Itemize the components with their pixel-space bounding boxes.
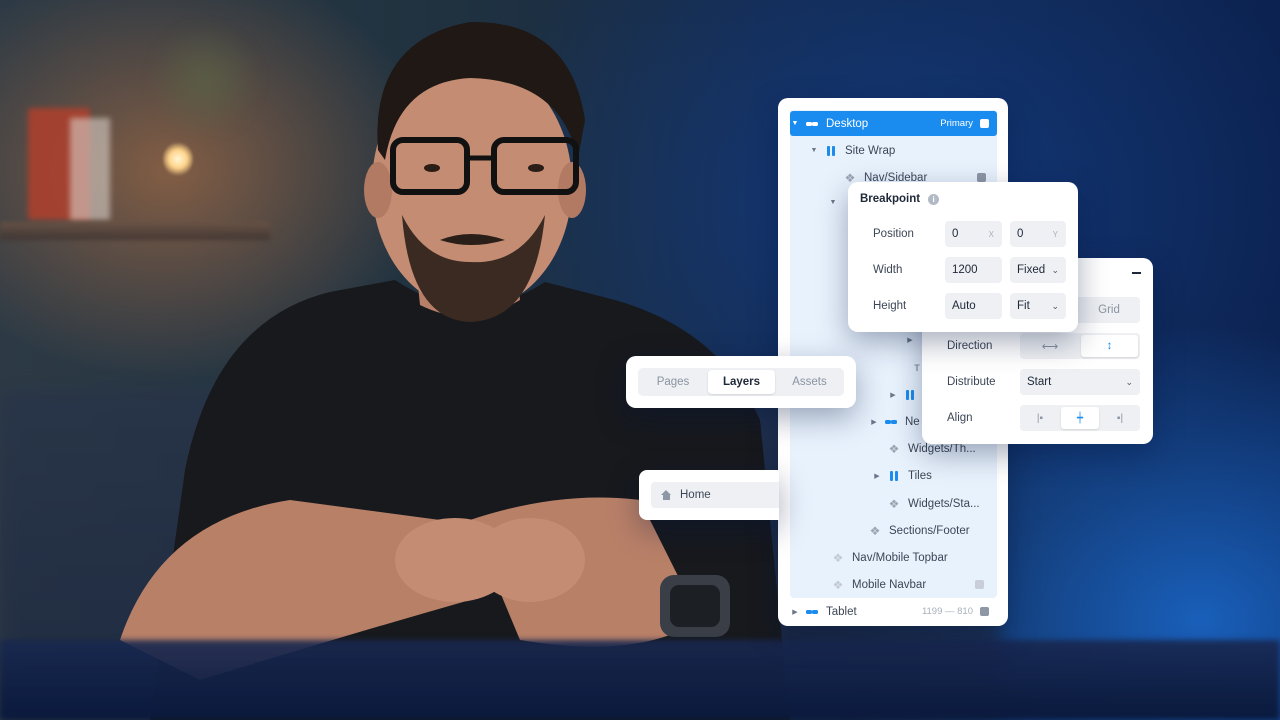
info-icon[interactable]: i [928, 193, 940, 205]
component-icon: ❖ [888, 441, 900, 456]
layer-menu-icon[interactable] [980, 607, 989, 616]
layer-menu-icon[interactable] [980, 119, 989, 128]
tab-assets[interactable]: Assets [777, 370, 842, 394]
direction-toggle: ⟷ ↕ [1020, 333, 1140, 359]
layer-tiles[interactable]: ▶ Tiles [872, 463, 932, 488]
tab-pages[interactable]: Pages [640, 370, 706, 394]
stack-icon [806, 118, 818, 130]
home-page-item[interactable]: Home [651, 482, 779, 508]
chevron-down-icon: ⌄ [1051, 300, 1059, 311]
width-value: 1200 [952, 264, 978, 276]
layer-tag: Primary [940, 118, 973, 129]
layer-label: Ne [905, 415, 920, 428]
height-mode-select[interactable]: Fit ⌄ [1010, 293, 1066, 319]
height-input[interactable]: Auto [945, 293, 1002, 319]
vertical-arrow-icon[interactable]: ↕ [1081, 335, 1138, 357]
distribute-select[interactable]: Start ⌄ [1020, 369, 1140, 395]
home-label: Home [680, 489, 711, 501]
tabs-track: Pages Layers Assets [638, 368, 844, 396]
stack-icon [806, 606, 818, 618]
x-axis-label: X [988, 229, 994, 239]
horizontal-arrow-icon[interactable]: ⟷ [1022, 335, 1078, 357]
home-icon [661, 490, 671, 500]
layer-tablet[interactable]: ▶ Tablet 1199 — 810 [790, 599, 997, 624]
layer-menu-icon[interactable] [977, 173, 986, 182]
component-icon: ❖ [888, 496, 900, 511]
caret-down-icon[interactable]: ▼ [828, 199, 838, 206]
layer-label: Tablet [826, 605, 857, 618]
component-icon: ❖ [832, 550, 844, 565]
layer-columns[interactable]: ▶ [888, 382, 924, 407]
position-x-value: 0 [952, 228, 959, 240]
component-icon: ❖ [869, 523, 881, 538]
layer-mobile-navbar[interactable]: ❖ Mobile Navbar [832, 572, 992, 597]
collapse-icon[interactable] [1132, 272, 1141, 274]
layer-ne[interactable]: ▶ Ne [869, 409, 920, 434]
y-axis-label: Y [1052, 229, 1058, 239]
component-icon: ❖ [832, 577, 844, 592]
align-label: Align [947, 412, 973, 424]
height-label: Height [873, 300, 907, 312]
caret-down-icon[interactable]: ▼ [790, 120, 800, 127]
home-panel: Home [639, 470, 779, 520]
layer-label: Desktop [826, 117, 869, 130]
width-label: Width [873, 264, 903, 276]
tab-layers[interactable]: Layers [708, 370, 775, 394]
layer-site-wrap[interactable]: ▼ Site Wrap [809, 138, 896, 163]
layer-sections-footer[interactable]: ❖ Sections/Footer [869, 518, 970, 543]
panel-tabs: Pages Layers Assets [626, 356, 856, 408]
position-y-value: 0 [1017, 228, 1024, 240]
align-center-icon[interactable]: ┿ [1061, 407, 1099, 429]
columns-icon [904, 389, 916, 401]
height-mode-value: Fit [1017, 300, 1030, 312]
caret-right-icon[interactable]: ▶ [790, 608, 800, 616]
layer-label: Mobile Navbar [852, 578, 927, 591]
layer-menu-icon[interactable] [975, 580, 984, 589]
chevron-down-icon: ⌄ [1125, 376, 1133, 387]
caret-down-icon[interactable]: ▼ [809, 147, 819, 154]
layer-desktop[interactable]: ▼ Desktop Primary [790, 111, 997, 136]
direction-label: Direction [947, 340, 993, 352]
layer-label: Tiles [908, 469, 932, 482]
distribute-value: Start [1027, 376, 1052, 388]
align-left-icon[interactable]: |▪ [1022, 407, 1058, 429]
breakpoint-title-text: Breakpoint [860, 193, 921, 205]
height-value: Auto [952, 300, 976, 312]
breakpoint-popover: Breakpoint i Position 0 X 0 Y Width 1200… [848, 182, 1078, 332]
caret-right-icon[interactable]: ▶ [872, 472, 882, 480]
position-label: Position [873, 228, 914, 240]
width-input[interactable]: 1200 [945, 257, 1002, 283]
layer-collapsed-caret[interactable]: ▼ [828, 190, 844, 215]
position-x-input[interactable]: 0 X [945, 221, 1002, 247]
caret-right-icon[interactable]: ▶ [869, 418, 879, 426]
layer-tag: 1199 — 810 [921, 606, 973, 617]
caret-right-icon[interactable]: ▶ [905, 336, 915, 344]
grid-option[interactable]: Grid [1080, 299, 1138, 321]
chevron-down-icon: ⌄ [1051, 264, 1059, 275]
layer-label: Site Wrap [845, 144, 896, 157]
layer-nav-mobile-topbar[interactable]: ❖ Nav/Mobile Topbar [832, 545, 948, 570]
width-mode-value: Fixed [1017, 264, 1046, 276]
caret-right-icon[interactable]: ▶ [888, 391, 898, 399]
breakpoint-title: Breakpoint i [860, 193, 940, 205]
layer-label: Widgets/Sta... [908, 497, 980, 510]
columns-icon [888, 470, 900, 482]
layer-label: Sections/Footer [889, 524, 970, 537]
layer-widgets-sta[interactable]: ❖ Widgets/Sta... [888, 491, 980, 516]
layer-label: Widgets/Th... [908, 442, 976, 455]
align-right-icon[interactable]: ▪| [1102, 407, 1138, 429]
align-toggle: |▪ ┿ ▪| [1020, 405, 1140, 431]
width-mode-select[interactable]: Fixed ⌄ [1010, 257, 1066, 283]
layer-label: Nav/Mobile Topbar [852, 551, 948, 564]
columns-icon [825, 145, 837, 157]
desk-surface [0, 640, 1280, 720]
position-y-input[interactable]: 0 Y [1010, 221, 1066, 247]
stack-icon [885, 416, 897, 428]
distribute-label: Distribute [947, 376, 996, 388]
